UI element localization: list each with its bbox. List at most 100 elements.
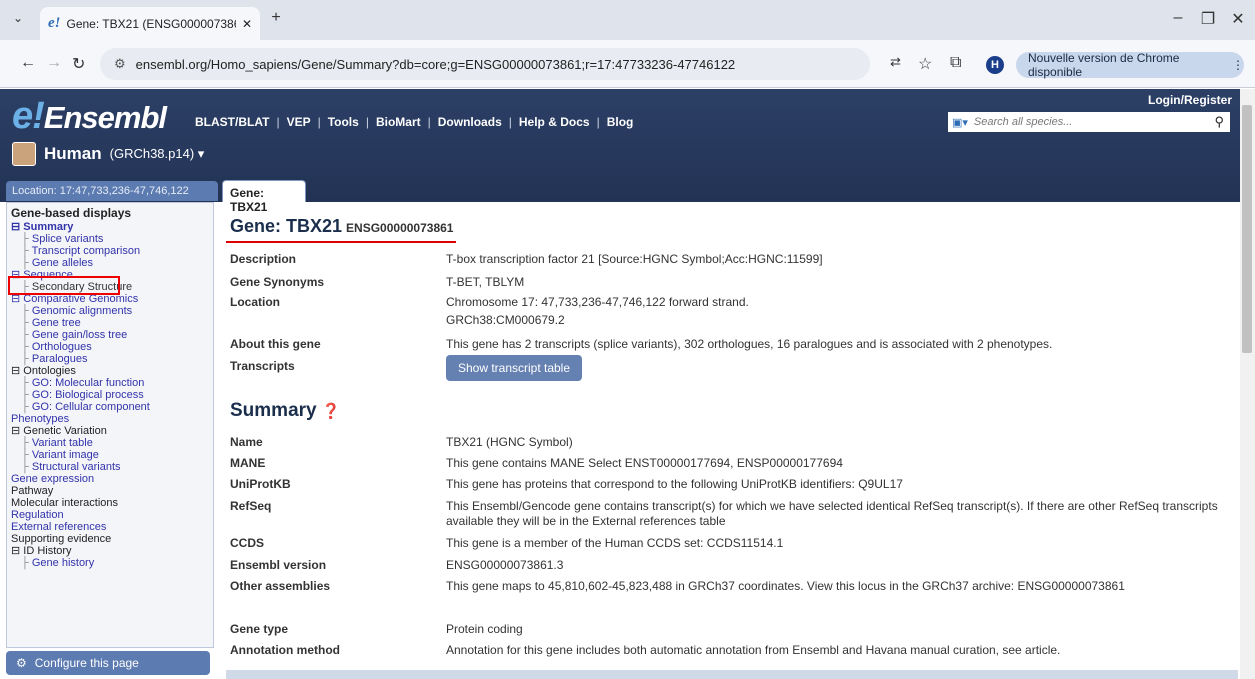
info-row-value: Annotation for this gene includes both a… xyxy=(446,643,1061,657)
sidebar-item[interactable]: ⊟ Comparative Genomics xyxy=(11,293,209,305)
sidebar-item[interactable]: Variant image xyxy=(11,449,209,461)
info-row-value: This Ensembl/Gencode gene contains trans… xyxy=(446,499,1218,528)
sidebar-item[interactable]: GO: Cellular component xyxy=(11,401,209,413)
url-omnibox[interactable]: ⚙ ensembl.org/Homo_sapiens/Gene/Summary?… xyxy=(100,48,870,80)
nav-help-docs[interactable]: Help & Docs xyxy=(512,115,597,129)
page-title: Gene: TBX21 ENSG00000073861 xyxy=(230,216,454,236)
sidebar-item[interactable]: Paralogues xyxy=(11,353,209,365)
info-row: Transcripts xyxy=(230,359,1230,373)
info-row-value: This gene has 2 transcripts (splice vari… xyxy=(446,337,1053,351)
reload-icon[interactable]: ↻ xyxy=(72,54,85,74)
info-row-key: Gene type xyxy=(230,622,289,636)
info-row-value: This gene has proteins that correspond t… xyxy=(446,477,903,491)
translate-icon[interactable]: ⇄ xyxy=(890,54,901,70)
sidebar-item[interactable]: External references xyxy=(11,521,209,533)
info-row: About this gene This gene has 2 transcrip… xyxy=(230,337,1230,352)
info-row-value: TBX21 (HGNC Symbol) xyxy=(446,435,573,449)
top-navigation: BLAST/BLAT | VEP | Tools | BioMart | Downloa… xyxy=(188,115,640,129)
info-row-key: Location xyxy=(230,295,280,309)
sidebar-item[interactable]: Regulation xyxy=(11,509,209,521)
browser-tab-bar: ⌄ e! Gene: TBX21 (ENSG0000073861) ✕ + – … xyxy=(0,0,1255,40)
sidebar: Gene-based displays ⊟ SummarySplice vari… xyxy=(6,202,214,648)
sidebar-item[interactable]: Structural variants xyxy=(11,461,209,473)
info-row-key: Other assemblies xyxy=(230,579,331,593)
login-register-link[interactable]: Login/Register xyxy=(1148,93,1232,107)
search-icon[interactable]: ⚲ xyxy=(1214,114,1230,130)
chrome-menu-icon[interactable]: ⋮ xyxy=(1232,58,1244,72)
sidebar-item[interactable]: ⊟ Sequence xyxy=(11,269,209,281)
nav-downloads[interactable]: Downloads xyxy=(431,115,509,129)
info-row-key: Ensembl version xyxy=(230,558,327,572)
info-row-value: This gene maps to 45,810,602-45,823,488 … xyxy=(446,579,1125,593)
info-row-key: Transcripts xyxy=(230,359,295,373)
info-row-value: Chromosome 17: 47,733,236-47,746,122 for… xyxy=(446,295,749,309)
browser-tab[interactable]: e! Gene: TBX21 (ENSG0000073861) ✕ xyxy=(40,7,260,40)
bookmark-star-icon[interactable]: ☆ xyxy=(918,54,932,74)
sidebar-item[interactable]: Gene gain/loss tree xyxy=(11,329,209,341)
info-row: Location Chromosome 17: 47,733,236-47,746… xyxy=(230,295,1230,310)
sidebar-item[interactable]: Gene alleles xyxy=(11,257,209,269)
info-row: RefSeq This Ensembl/Gencode gene contains… xyxy=(230,499,1230,529)
species-search-input[interactable]: ▣▾ Search all species... ⚲ xyxy=(948,112,1230,132)
help-icon[interactable]: ❓ xyxy=(322,403,341,420)
tab-close-icon[interactable]: ✕ xyxy=(242,17,252,31)
info-row: Ensembl version ENSG00000073861.3 xyxy=(230,558,1230,573)
nav-blast[interactable]: BLAST/BLAT xyxy=(188,115,276,129)
info-row-key: CCDS xyxy=(230,536,265,550)
sidebar-item[interactable]: Supporting evidence xyxy=(11,533,209,545)
info-row: CCDS This gene is a member of the Human C… xyxy=(230,536,1230,551)
species-selector[interactable]: Human (GRCh38.p14) ▾ xyxy=(12,142,204,166)
update-label: Nouvelle version de Chrome disponible xyxy=(1028,51,1180,79)
summary-heading: Summary ❓ xyxy=(230,400,341,421)
minimize-icon[interactable]: – xyxy=(1168,9,1188,27)
nav-vep[interactable]: VEP xyxy=(280,115,318,129)
info-row: Annotation method Annotation for this gen… xyxy=(230,643,1230,658)
sidebar-item[interactable]: ⊟ Genetic Variation xyxy=(11,425,209,437)
tab-location[interactable]: Location: 17:47,733,236-47,746,122 xyxy=(6,181,218,201)
configure-page-button[interactable]: ⚙ Configure this page xyxy=(6,651,210,675)
site-info-icon[interactable]: ⚙ xyxy=(114,56,126,72)
sidebar-item[interactable]: GO: Biological process xyxy=(11,389,209,401)
profile-avatar[interactable]: H xyxy=(986,56,1004,74)
sidebar-item[interactable]: Secondary Structure xyxy=(11,281,209,293)
nav-tools[interactable]: Tools xyxy=(321,115,366,129)
configure-label: Configure this page xyxy=(34,656,139,670)
ensembl-logo[interactable]: e!Ensembl xyxy=(12,95,167,138)
sidebar-item[interactable]: Splice variants xyxy=(11,233,209,245)
ensembl-header: e!Ensembl BLAST/BLAT | VEP | Tools | BioMar… xyxy=(0,89,1240,214)
sidebar-item[interactable]: ⊟ Ontologies xyxy=(11,365,209,377)
nav-blog[interactable]: Blog xyxy=(600,115,641,129)
chrome-update-button[interactable]: Nouvelle version de Chrome disponible ⋮ xyxy=(1016,51,1244,79)
sidebar-item[interactable]: Variant table xyxy=(11,437,209,449)
tab-list-chevron-icon[interactable]: ⌄ xyxy=(8,11,28,25)
info-row-key: Name xyxy=(230,435,263,449)
sidebar-item[interactable]: GO: Molecular function xyxy=(11,377,209,389)
sidebar-item[interactable]: Transcript comparison xyxy=(11,245,209,257)
forward-icon[interactable]: → xyxy=(46,54,62,72)
sidebar-item[interactable]: Pathway xyxy=(11,485,209,497)
info-row-value: This gene contains MANE Select ENST00000… xyxy=(446,456,843,470)
scrollbar-thumb[interactable] xyxy=(1242,105,1252,353)
restore-icon[interactable]: ❐ xyxy=(1198,9,1218,29)
sidebar-item[interactable]: ⊟ ID History xyxy=(11,545,209,557)
sidebar-item[interactable]: Gene expression xyxy=(11,473,209,485)
sidebar-item[interactable]: ⊟ Summary xyxy=(11,221,209,233)
tab-gene[interactable]: Gene: TBX21 xyxy=(222,180,306,214)
sidebar-item[interactable]: Orthologues xyxy=(11,341,209,353)
info-row: Gene Synonyms T-BET, TBLYM xyxy=(230,275,1230,290)
new-tab-button[interactable]: + xyxy=(266,9,286,27)
info-row-value: This gene is a member of the Human CCDS … xyxy=(446,536,784,550)
sidebar-item[interactable]: Genomic alignments xyxy=(11,305,209,317)
search-species-dropdown-icon[interactable]: ▣▾ xyxy=(952,116,968,129)
back-icon[interactable]: ← xyxy=(20,54,36,72)
sidebar-item[interactable]: Molecular interactions xyxy=(11,497,209,509)
sidebar-item[interactable]: Gene tree xyxy=(11,317,209,329)
main-content: Gene: TBX21 ENSG00000073861 Description T-… xyxy=(226,202,1238,679)
info-row-key: Gene Synonyms xyxy=(230,275,325,289)
close-window-icon[interactable]: ✕ xyxy=(1228,9,1248,29)
nav-biomart[interactable]: BioMart xyxy=(369,115,428,129)
sidebar-item[interactable]: Gene history xyxy=(11,557,209,569)
sidebar-item[interactable]: Phenotypes xyxy=(11,413,209,425)
extensions-icon[interactable]: ⧉ xyxy=(950,54,961,72)
show-transcript-table-button[interactable]: Show transcript table xyxy=(446,355,582,381)
